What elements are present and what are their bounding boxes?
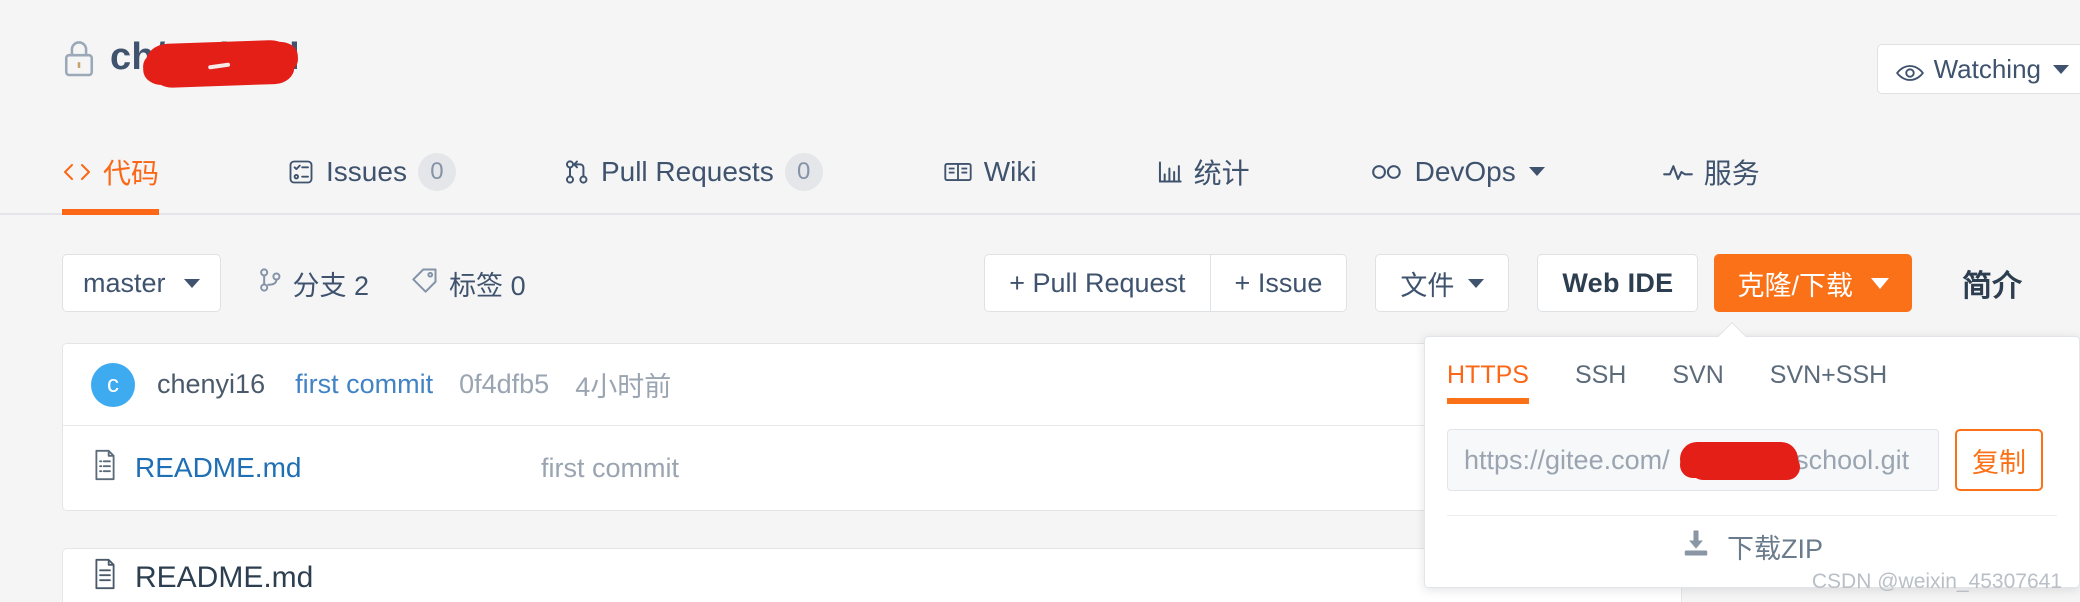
pulse-icon [1662, 161, 1693, 183]
commit-author[interactable]: chenyi16 [157, 369, 265, 400]
lock-icon [62, 38, 96, 78]
tab-pull-requests[interactable]: Pull Requests 0 [564, 128, 823, 213]
tab-issues[interactable]: Issues 0 [287, 128, 456, 213]
clone-url-prefix: https://gitee.com/ [1464, 444, 1670, 475]
clone-url-input[interactable]: https://gitee.com/ /school.git [1447, 429, 1939, 491]
download-icon [1681, 529, 1711, 564]
tab-pull-requests-label: Pull Requests [600, 155, 774, 187]
tab-wiki[interactable]: Wiki [943, 128, 1037, 213]
protocol-tab-svn[interactable]: SVN [1672, 351, 1723, 404]
pull-request-icon [564, 158, 590, 186]
protocol-tab-https[interactable]: HTTPS [1447, 351, 1529, 404]
tab-devops-label: DevOps [1414, 155, 1516, 187]
file-markdown-icon [91, 558, 119, 598]
chevron-down-icon [2053, 64, 2069, 74]
tab-statistics-label: 统计 [1193, 157, 1250, 189]
infinity-icon [1370, 162, 1404, 182]
tab-code-label: 代码 [103, 157, 160, 189]
toolbar-actions: + Pull Request + Issue 文件 Web IDE 克隆/下载 … [984, 254, 2022, 312]
page-title: ch/ school [110, 36, 300, 85]
branch-icon [257, 266, 283, 301]
tags-label: 标签 0 [449, 270, 526, 301]
clone-url-row: https://gitee.com/ /school.git 复制 [1447, 429, 2043, 491]
commit-time: 4小时前 [575, 372, 672, 402]
tab-issues-label: Issues [326, 155, 407, 187]
tab-services[interactable]: 服务 [1662, 128, 1760, 213]
chevron-down-icon [1468, 278, 1485, 288]
avatar[interactable]: c [91, 362, 135, 407]
branch-selector[interactable]: master [62, 254, 221, 312]
file-name: README.md [135, 452, 302, 483]
file-menu-button[interactable]: 文件 [1375, 254, 1510, 312]
repo-toolbar: master 分支 2 标签 0 + Pull Request + Issue … [62, 252, 2022, 314]
popover-arrow [1717, 321, 1747, 351]
issues-count-badge: 0 [417, 152, 456, 191]
tab-devops[interactable]: DevOps [1370, 128, 1545, 213]
new-issue-button[interactable]: + Issue [1210, 254, 1348, 312]
readme-card-title: README.md [91, 558, 313, 598]
copy-url-button[interactable]: 复制 [1955, 429, 2043, 491]
download-zip-label: 下载ZIP [1726, 534, 1823, 564]
clone-url-suffix: /school.git [1787, 444, 1910, 475]
issue-list-icon [287, 158, 315, 186]
tag-icon [411, 267, 439, 300]
code-icon [62, 160, 92, 184]
gitee-repo-page: ch/ school Watching 代码 [0, 0, 2080, 602]
branch-selector-label: master [83, 267, 166, 298]
redaction-mark-owner [145, 39, 293, 85]
clone-download-button[interactable]: 克隆/下载 [1714, 254, 1912, 312]
eye-icon [1895, 59, 1924, 81]
tab-statistics[interactable]: 统计 [1157, 128, 1250, 213]
new-pull-request-button[interactable]: + Pull Request [984, 254, 1211, 312]
tab-wiki-label: Wiki [983, 155, 1037, 187]
bar-chart-icon [1157, 159, 1183, 185]
tab-services-label: 服务 [1703, 157, 1760, 189]
protocol-tabs: HTTPS SSH SVN SVN+SSH [1447, 351, 1933, 404]
file-commit-message: first commit [541, 452, 679, 483]
chevron-down-icon [1528, 167, 1545, 176]
clone-download-label: 克隆/下载 [1737, 270, 1853, 301]
watermark: CSDN @weixin_45307641 [1811, 570, 2062, 593]
repo-owner[interactable]: ch [110, 36, 293, 85]
commit-message[interactable]: first commit [295, 369, 433, 400]
download-zip-button[interactable]: 下载ZIP [1425, 527, 2079, 566]
file-menu-label: 文件 [1400, 270, 1455, 301]
popover-divider [1447, 515, 2057, 516]
readme-title-text: README.md [135, 561, 314, 594]
repo-title-row: ch/ school [62, 36, 300, 85]
protocol-tab-svn-ssh[interactable]: SVN+SSH [1770, 351, 1887, 404]
repo-nav-tabs: 代码 Issues 0 Pull Requests 0 Wiki 统计 DevO… [0, 128, 2080, 215]
chevron-down-icon [1871, 277, 1889, 289]
watching-label: Watching [1933, 53, 2041, 84]
protocol-tab-ssh[interactable]: SSH [1575, 351, 1626, 404]
clone-download-popover: HTTPS SSH SVN SVN+SSH https://gitee.com/… [1424, 321, 2080, 588]
intro-heading: 简介 [1962, 270, 2022, 303]
file-markdown-icon [91, 449, 119, 488]
pull-requests-count-badge: 0 [784, 152, 823, 191]
tab-code[interactable]: 代码 [62, 128, 160, 215]
watching-button[interactable]: Watching [1876, 44, 2080, 94]
web-ide-button[interactable]: Web IDE [1537, 254, 1699, 312]
branches-link[interactable]: 分支 2 [257, 264, 370, 303]
book-icon [943, 160, 973, 184]
tags-link[interactable]: 标签 0 [411, 264, 526, 303]
repo-meta-group: 分支 2 标签 0 [257, 264, 526, 303]
file-name-cell[interactable]: README.md [91, 449, 541, 488]
redaction-mark-url [1680, 442, 1798, 476]
create-buttons-group: + Pull Request + Issue [984, 254, 1348, 312]
branches-label: 分支 2 [292, 270, 370, 301]
chevron-down-icon [183, 278, 200, 288]
commit-sha[interactable]: 0f4dfb5 [459, 369, 549, 400]
